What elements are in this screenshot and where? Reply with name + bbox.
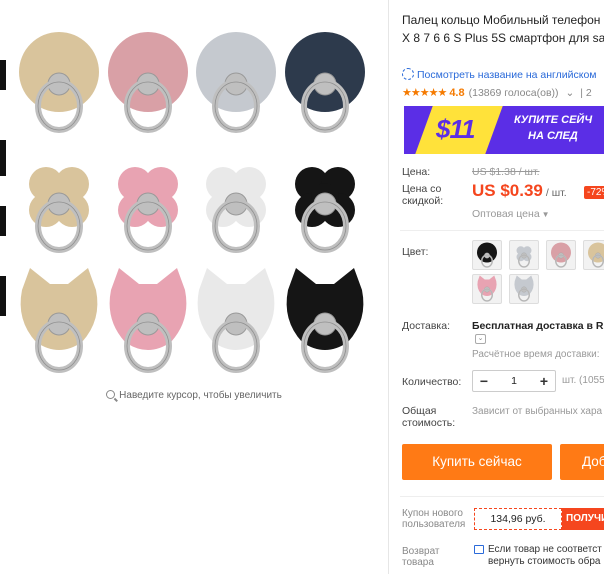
divider [400,496,604,497]
color-swatch[interactable] [472,274,502,304]
zoom-hint: Наведите курсор, чтобы увеличить [0,390,388,401]
product-info: Палец кольцо Мобильный телефон iPhone X … [400,0,604,574]
quantity-input[interactable]: 1 [495,375,533,387]
clover-ring-holder [193,146,279,258]
get-coupon-button[interactable]: ПОЛУЧИ [562,508,604,530]
circle-ring-holder [282,26,368,138]
translate-link[interactable]: Посмотреть название на английском [402,68,597,81]
return-label: Возврат товара [402,546,440,568]
color-swatch[interactable] [509,274,539,304]
circle-ring-holder [105,26,191,138]
clover-ring-holder [282,146,368,258]
discount-badge: -72% [584,186,604,199]
total-value: Зависит от выбранных хара [472,406,603,417]
coupon-value: 134,96 руб. [474,508,562,530]
rating-stars: ★★★★★ [402,87,447,99]
color-swatch[interactable] [509,240,539,270]
translate-icon [402,68,414,80]
total-label: Общая стоимость: [402,405,456,429]
chevron-down-icon: ⌄ [565,87,575,99]
orders-count: | 2 [580,87,592,99]
decrement-button[interactable]: − [473,371,495,391]
magnifier-icon [106,390,116,399]
price-label: Цена: [402,166,431,178]
product-row [16,146,368,258]
coupon-label: Купон нового пользователя [402,508,466,530]
wholesale-price-link[interactable]: Оптовая цена ▼ [472,208,550,220]
cat-ring-holder [193,266,279,378]
color-swatch[interactable] [472,240,502,270]
product-row [16,266,368,378]
votes-count: (13869 голоса(ов)) [468,87,559,99]
add-to-cart-button[interactable]: Доб [560,444,604,480]
clover-ring-holder [16,146,102,258]
shipping-label: Доставка: [402,320,451,332]
shipping-method[interactable]: Бесплатная доставка в Ru [472,320,604,332]
discounted-price: US $0.39/ шт. [472,181,567,200]
quantity-label: Количество: [402,376,462,388]
return-policy-icon [474,545,484,554]
circle-ring-holder [16,26,102,138]
rating-score: 4.8 [449,87,465,99]
product-title: Палец кольцо Мобильный телефон iPhone X … [402,13,604,45]
promo-banner[interactable]: $11 КУПИТЕ СЕЙЧ НА СЛЕД [404,106,604,154]
thumbnail-strip[interactable] [0,0,8,420]
caret-down-icon: ▼ [541,210,550,219]
promo-cta: КУПИТЕ СЕЙЧ НА СЛЕД [514,114,593,142]
stock-note: шт. (1055 [562,375,604,386]
increment-button[interactable]: + [533,371,555,391]
promo-amount: $11 [436,114,475,144]
cat-ring-holder [282,266,368,378]
color-label: Цвет: [402,246,429,258]
chevron-down-icon[interactable]: ⌄ [475,334,486,344]
return-policy-text: Если товар не соответст вернуть стоимост… [488,544,602,567]
buy-now-button[interactable]: Купить сейчас [402,444,552,480]
product-image[interactable] [16,26,368,386]
color-swatch[interactable] [546,240,576,270]
clover-ring-holder [105,146,191,258]
old-price: US $1.38 / шт. [472,166,540,178]
cat-ring-holder [16,266,102,378]
cat-ring-holder [105,266,191,378]
column-divider [388,0,389,574]
discount-price-label: Цена со скидкой: [402,183,444,207]
quantity-stepper: − 1 + [472,370,556,392]
color-swatch[interactable] [583,240,604,270]
divider [400,230,604,231]
rating-summary[interactable]: ★★★★★ 4.8 (13869 голоса(ов)) ⌄ | 2 [402,86,592,99]
product-row [16,26,368,138]
circle-ring-holder [193,26,279,138]
product-gallery: Наведите курсор, чтобы увеличить [0,0,388,574]
delivery-estimate: Расчётное время доставки: [472,349,600,360]
